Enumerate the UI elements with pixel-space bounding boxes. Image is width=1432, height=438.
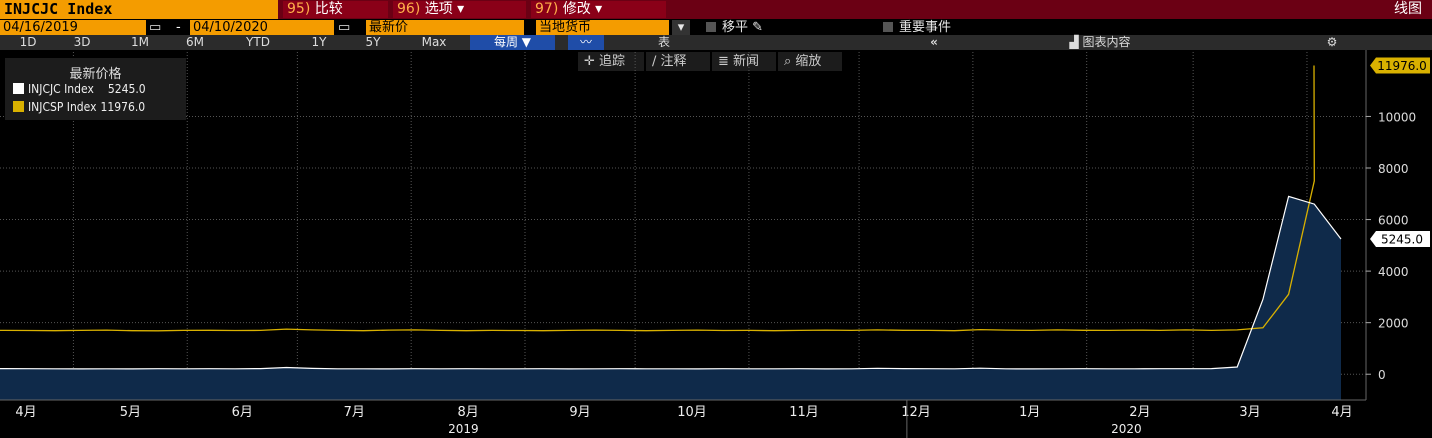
- annotate-button[interactable]: ∕ 注释: [646, 52, 710, 71]
- y-tick-label: 2000: [1378, 317, 1409, 331]
- table-button[interactable]: 表: [640, 35, 688, 50]
- last-value-labels: 11976.0 5245.0: [1370, 57, 1430, 248]
- value-label-bg: [1370, 57, 1430, 74]
- gear-icon[interactable]: ⚙: [1320, 35, 1344, 50]
- controls-bar: 04/16/2019 ▭ - 04/10/2020 ▭ 最新价 当地货币 ▾ 移…: [0, 19, 1432, 35]
- chart-content-button[interactable]: ▟ 图表内容: [1040, 35, 1160, 50]
- range-5y[interactable]: 5Y: [350, 35, 396, 50]
- last-value-injcsp: 11976.0: [1370, 57, 1430, 74]
- frequency-select[interactable]: 每周 ▼: [470, 35, 555, 50]
- year-label: 2019: [448, 422, 479, 436]
- x-tick-label: 8月: [457, 405, 478, 420]
- collapse-icon[interactable]: «: [920, 35, 948, 50]
- x-axis: 4月 5月 6月 7月 8月 9月 10月 11月 12月 1月 2月 3月 4月 2019 2020: [0, 399, 1366, 438]
- y-axis: 0 2000 4000 6000 8000 10000: [1366, 110, 1416, 382]
- x-tick-label: 2月: [1129, 405, 1150, 420]
- value-label-text: 5245.0: [1381, 233, 1423, 247]
- x-tick-label: 4月: [15, 405, 36, 420]
- legend: 最新价格 INJCJC Index 5245.0 INJCSP Index 1197…: [5, 58, 186, 120]
- x-tick-label: 3月: [1239, 405, 1260, 420]
- y-tick-label: 10000: [1378, 110, 1416, 124]
- series-area-injcjc: [0, 196, 1341, 400]
- x-tick-label: 12月: [901, 405, 931, 420]
- legend-title: 最新价格: [69, 67, 122, 82]
- series-line-injcsp: [0, 65, 1315, 332]
- line-chart-label[interactable]: 线图: [1356, 1, 1426, 18]
- x-tick-label: 7月: [344, 405, 365, 420]
- year-label: 2020: [1111, 422, 1142, 436]
- magnifier-icon: ⌕: [784, 54, 796, 69]
- x-tick-label: 11月: [789, 405, 819, 420]
- chart-type-icon[interactable]: 〰: [568, 35, 604, 50]
- crosshair-icon: ✛: [584, 54, 600, 69]
- modify-button[interactable]: 97) 修改 ▾: [531, 1, 666, 18]
- series-line-injcjc: [0, 195, 1342, 370]
- shift-checkbox[interactable]: 移平 ✎: [706, 20, 816, 35]
- zoom-button[interactable]: ⌕ 缩放: [778, 52, 842, 71]
- news-button[interactable]: ≣ 新闻: [712, 52, 776, 71]
- range-bar: 1D 3D 1M 6M YTD 1Y 5Y Max 每周 ▼ 〰 表 « ▟ 图…: [0, 35, 1432, 50]
- x-tick-label: 1月: [1019, 405, 1040, 420]
- currency-select[interactable]: 当地货币: [536, 20, 669, 35]
- y-tick-label: 0: [1378, 368, 1386, 382]
- track-button[interactable]: ✛ 追踪: [578, 52, 644, 71]
- checkbox-icon: [883, 22, 893, 32]
- y-tick-label: 8000: [1378, 162, 1409, 176]
- pencil-icon[interactable]: ✎: [752, 20, 763, 35]
- legend-item-injcsp: INJCSP Index 11976.0: [13, 100, 145, 114]
- x-tick-label: 5月: [120, 405, 141, 420]
- x-tick-label: 10月: [677, 405, 707, 420]
- date-separator: -: [176, 20, 181, 35]
- checkbox-icon: [706, 22, 716, 32]
- start-date-field[interactable]: 04/16/2019: [0, 20, 146, 35]
- options-button[interactable]: 96) 选项 ▾: [393, 1, 526, 18]
- range-1d[interactable]: 1D: [8, 35, 48, 50]
- range-max[interactable]: Max: [408, 35, 460, 50]
- calendar-icon[interactable]: ▭: [338, 20, 352, 35]
- last-value-injcjc: 5245.0: [1370, 231, 1430, 248]
- grid-lines: [0, 52, 1366, 400]
- range-1y[interactable]: 1Y: [296, 35, 342, 50]
- x-tick-label: 9月: [569, 405, 590, 420]
- calendar-icon[interactable]: ▭: [149, 20, 163, 35]
- legend-swatch: [13, 101, 24, 112]
- y-tick-label: 4000: [1378, 265, 1409, 279]
- events-checkbox[interactable]: 重要事件: [883, 20, 1023, 35]
- chart-icon: ▟: [1069, 35, 1083, 49]
- range-6m[interactable]: 6M: [172, 35, 218, 50]
- range-3d[interactable]: 3D: [60, 35, 104, 50]
- news-icon: ≣: [718, 54, 734, 69]
- value-label-bg: [1370, 231, 1430, 248]
- end-date-field[interactable]: 04/10/2020: [190, 20, 334, 35]
- range-ytd[interactable]: YTD: [230, 35, 286, 50]
- legend-item-injcjc: INJCJC Index 5245.0: [13, 82, 146, 96]
- x-tick-label: 4月: [1331, 405, 1352, 420]
- x-tick-label: 6月: [232, 405, 253, 420]
- range-1m[interactable]: 1M: [117, 35, 163, 50]
- legend-swatch: [13, 83, 24, 94]
- field-select[interactable]: 最新价: [366, 20, 524, 35]
- value-label-text: 11976.0: [1377, 59, 1427, 73]
- pen-icon: ∕: [652, 54, 661, 69]
- chevron-down-icon[interactable]: ▾: [672, 20, 690, 35]
- ticker-field[interactable]: INJCJC Index: [0, 0, 278, 19]
- compare-button[interactable]: 95) 比较: [283, 1, 388, 18]
- title-bar: INJCJC Index 95) 比较 96) 选项 ▾ 97) 修改 ▾ 线图: [0, 0, 1432, 19]
- y-tick-label: 6000: [1378, 214, 1409, 228]
